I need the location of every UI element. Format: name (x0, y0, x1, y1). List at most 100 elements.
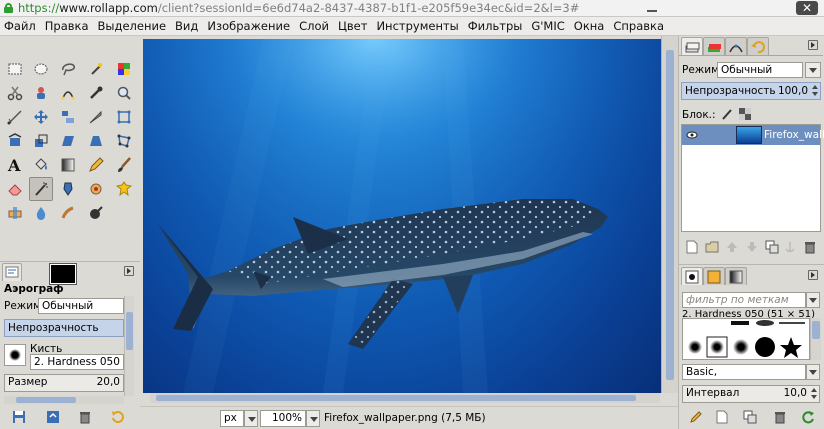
menu-windows[interactable]: Окна (574, 19, 605, 33)
color-picker-tool[interactable] (84, 81, 108, 105)
unit-dropdown-button[interactable] (244, 410, 258, 427)
delete-layer-button[interactable] (803, 240, 817, 254)
lock-alpha-button[interactable] (739, 108, 751, 123)
canvas-hscroll-thumb[interactable] (156, 395, 636, 401)
delete-brush-button[interactable] (773, 410, 787, 424)
menu-select[interactable]: Выделение (98, 19, 167, 33)
canvas-vertical-scrollbar[interactable] (661, 36, 678, 393)
tab-layers[interactable] (681, 37, 703, 55)
edit-brush-button[interactable] (689, 410, 703, 424)
canvas-vscroll-thumb[interactable] (666, 50, 674, 380)
canvas-horizontal-scrollbar[interactable] (150, 393, 660, 403)
tool-options-scrollbar[interactable] (124, 296, 134, 396)
ellipse-select-tool[interactable] (29, 57, 53, 81)
align-tool[interactable] (56, 105, 80, 129)
heal-tool[interactable] (3, 201, 27, 225)
opacity-slider[interactable]: Непрозрачность (4, 319, 124, 337)
foreground-color[interactable] (49, 263, 77, 285)
duplicate-brush-button[interactable] (743, 410, 757, 424)
menu-color[interactable]: Цвет (338, 19, 367, 33)
tab-undo-history[interactable] (747, 37, 769, 55)
lower-layer-button[interactable] (745, 240, 759, 254)
tab-brushes[interactable] (681, 267, 703, 285)
url-text[interactable]: https://www.rollapp.com/client?sessionId… (18, 1, 579, 15)
anchor-layer-button[interactable] (783, 240, 797, 254)
eraser-tool[interactable] (3, 177, 27, 201)
duplicate-layer-button[interactable] (765, 240, 779, 254)
zoom-tool[interactable] (112, 81, 136, 105)
new-layer-group-button[interactable] (705, 240, 719, 254)
menu-view[interactable]: Вид (175, 19, 198, 33)
perspective-tool[interactable] (84, 129, 108, 153)
menu-layer[interactable]: Слой (299, 19, 329, 33)
menu-tools[interactable]: Инструменты (376, 19, 458, 33)
smudge-tool[interactable] (56, 201, 80, 225)
measure-tool[interactable] (3, 105, 27, 129)
rect-select-tool[interactable] (3, 57, 27, 81)
tool-options-hscroll[interactable] (4, 396, 124, 404)
pencil-tool[interactable] (84, 153, 108, 177)
menu-filters[interactable]: Фильтры (468, 19, 523, 33)
layer-mode-dropdown[interactable] (805, 62, 821, 78)
airbrush-tool[interactable] (29, 177, 53, 201)
image-canvas[interactable] (143, 39, 661, 393)
brush-grid-scroll-thumb[interactable] (812, 321, 820, 339)
cage-transform-tool[interactable] (112, 129, 136, 153)
zoom-field[interactable]: 100% (260, 410, 306, 427)
spacing-spinner[interactable] (809, 386, 819, 402)
eye-icon[interactable] (686, 129, 698, 144)
scale-tool[interactable] (29, 129, 53, 153)
dodge-burn-tool[interactable] (84, 201, 108, 225)
brush-grid-scrollbar[interactable] (810, 318, 821, 360)
blend-tool[interactable] (56, 153, 80, 177)
new-brush-button[interactable] (715, 410, 729, 424)
scissors-select-tool[interactable] (3, 81, 27, 105)
text-tool[interactable]: A (3, 153, 27, 177)
brush-filter-dropdown[interactable] (806, 292, 820, 308)
tool-options-tab[interactable] (2, 263, 22, 281)
layer-mode-select[interactable]: Обычный (717, 62, 803, 78)
paths-tool[interactable] (56, 81, 80, 105)
brush-preview[interactable] (4, 344, 26, 366)
minimize-button[interactable] (641, 1, 663, 15)
menu-image[interactable]: Изображение (207, 19, 290, 33)
crop-tool[interactable] (84, 105, 108, 129)
mode-select[interactable]: Обычный (38, 298, 124, 314)
brush-grid[interactable] (682, 318, 810, 360)
layers-panel-menu-button[interactable] (808, 40, 818, 50)
unified-transform-tool[interactable] (112, 105, 136, 129)
tab-channels[interactable] (703, 37, 725, 55)
shear-tool[interactable] (56, 129, 80, 153)
new-layer-button[interactable] (685, 240, 699, 254)
close-button[interactable]: ✕ (796, 1, 818, 15)
tool-options-scroll-thumb[interactable] (126, 312, 133, 350)
menu-file[interactable]: Файл (4, 19, 36, 33)
foreground-select-tool[interactable] (29, 81, 53, 105)
tab-gradients[interactable] (725, 267, 747, 285)
brush-preset-select[interactable]: Basic, (682, 364, 806, 380)
unit-select[interactable]: px (220, 410, 244, 427)
tab-paths[interactable] (725, 37, 747, 55)
save-options-button[interactable] (12, 410, 26, 424)
move-tool[interactable] (29, 105, 53, 129)
browser-url-bar[interactable]: https://www.rollapp.com/client?sessionId… (0, 0, 824, 17)
bucket-fill-tool[interactable] (29, 153, 53, 177)
brushes-panel-menu-button[interactable] (808, 270, 818, 280)
select-by-color-tool[interactable] (112, 57, 136, 81)
brush-preset-dropdown[interactable] (806, 364, 820, 380)
lock-pixels-button[interactable] (721, 108, 733, 123)
layer-list[interactable]: Firefox_wallpa (681, 124, 824, 232)
reset-options-button[interactable] (110, 410, 124, 424)
spacing-slider[interactable]: Интервал 10,0 (682, 385, 820, 403)
blur-tool[interactable] (29, 201, 53, 225)
panel-menu-button[interactable] (124, 266, 134, 276)
menu-help[interactable]: Справка (613, 19, 664, 33)
clone-tool[interactable] (112, 177, 136, 201)
layer-opacity-slider[interactable]: Непрозрачность 100,0 (681, 82, 821, 100)
menu-edit[interactable]: Правка (45, 19, 89, 33)
zoom-dropdown-button[interactable] (306, 410, 320, 427)
myPaint-brush-tool[interactable] (84, 177, 108, 201)
brush-name-field[interactable]: 2. Hardness 050 (30, 354, 124, 370)
size-slider[interactable]: Размер 20,0 (4, 374, 124, 392)
paintbrush-tool[interactable] (112, 153, 136, 177)
